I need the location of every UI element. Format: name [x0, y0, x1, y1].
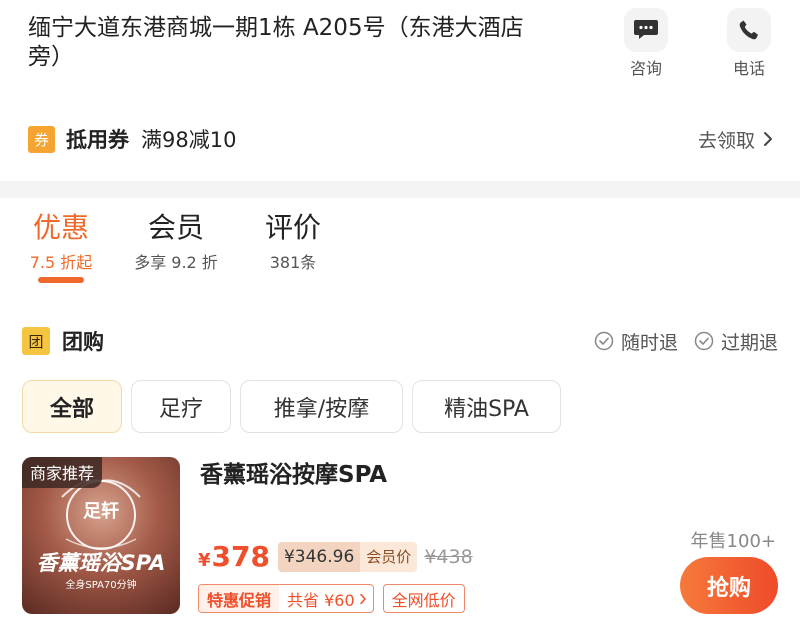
member-price: ¥346.96 [277, 541, 361, 572]
tab-reviews-title: 评价 [264, 211, 321, 244]
promo-saving: 共省 ¥60 [287, 590, 355, 610]
annual-sales: 年售100+ [690, 531, 776, 552]
coupon-title: 抵用券 [66, 128, 129, 152]
check-circle-icon [594, 331, 614, 351]
category-filters: 全部 足疗 推拿/按摩 精油SPA [22, 380, 561, 433]
tab-member[interactable]: 会员 多享 9.2 折 [128, 210, 224, 273]
deal-title[interactable]: 香薰瑶浴按摩SPA [200, 455, 387, 489]
filter-oil-spa[interactable]: 精油SPA [412, 380, 561, 433]
filter-massage[interactable]: 推拿/按摩 [240, 380, 403, 433]
image-main-text: 香薰瑶浴SPA [36, 551, 166, 575]
lowest-price-tag: 全网低价 [382, 584, 465, 613]
tab-discount-sub: 7.5 折起 [29, 253, 93, 272]
original-price: ¥438 [424, 545, 473, 568]
active-tab-indicator [38, 277, 84, 283]
price-currency: ¥ [198, 550, 211, 571]
buy-button[interactable]: 抢购 [680, 557, 778, 614]
coupon-row[interactable]: 券 抵用券 满98减10 去领取 [28, 118, 773, 160]
shop-address: 缅宁大道东港商城一期1栋 A205号（东港大酒店 旁） [28, 14, 588, 72]
phone-icon [727, 8, 771, 52]
consult-label: 咨询 [629, 59, 662, 78]
filter-foot-therapy[interactable]: 足疗 [131, 380, 231, 433]
address-line-2: 旁） [28, 44, 74, 70]
policy-label: 随时退 [620, 331, 678, 354]
tab-member-sub: 多享 9.2 折 [134, 253, 218, 272]
coupon-desc: 满98减10 [141, 128, 237, 152]
group-buy-header: 团 团购 随时退 过期退 [22, 325, 778, 357]
policy-refund-expired: 过期退 [694, 328, 778, 355]
price-row: ¥ 378 ¥346.96 会员价 ¥438 [198, 540, 473, 573]
tab-reviews[interactable]: 评价 381条 [258, 210, 328, 273]
filter-all[interactable]: 全部 [22, 380, 122, 433]
chevron-right-icon [764, 132, 772, 146]
phone-label: 电话 [732, 59, 765, 78]
section-divider [0, 181, 800, 198]
policy-label: 过期退 [720, 331, 778, 354]
policy-refund-anytime: 随时退 [594, 328, 678, 355]
group-title: 团购 [62, 330, 104, 354]
address-line-1: 缅宁大道东港商城一期1栋 A205号（东港大酒店 [28, 15, 524, 41]
claim-coupon-link[interactable]: 去领取 [698, 126, 773, 153]
member-price-label: 会员价 [360, 541, 418, 572]
recommended-tag: 商家推荐 [22, 457, 103, 488]
tab-discount[interactable]: 优惠 7.5 折起 [26, 210, 96, 273]
check-circle-icon [694, 331, 714, 351]
image-sub-text: 全身SPA70分钟 [65, 580, 137, 591]
promo-tags: 特惠促销 共省 ¥60 全网低价 [198, 584, 465, 613]
chevron-right-icon [359, 593, 366, 604]
phone-button[interactable]: 电话 [719, 8, 779, 79]
deal-price: 378 [211, 540, 270, 573]
consult-button[interactable]: 咨询 [616, 8, 676, 79]
promo-lead: 特惠促销 [199, 585, 280, 612]
tab-discount-title: 优惠 [32, 211, 89, 244]
chat-bubble-icon [624, 8, 668, 52]
group-badge: 团 [22, 327, 50, 355]
deal-image[interactable]: 足轩 香薰瑶浴SPA 全身SPA70分钟 商家推荐 [22, 457, 180, 614]
member-price-badge: ¥346.96 会员价 [277, 541, 418, 572]
image-brand-text: 足轩 [83, 501, 119, 522]
tab-reviews-sub: 381条 [269, 253, 317, 272]
claim-coupon-label: 去领取 [697, 129, 755, 152]
coupon-badge: 券 [28, 125, 55, 153]
promo-saving-tag[interactable]: 特惠促销 共省 ¥60 [198, 584, 374, 613]
tab-member-title: 会员 [147, 211, 204, 244]
